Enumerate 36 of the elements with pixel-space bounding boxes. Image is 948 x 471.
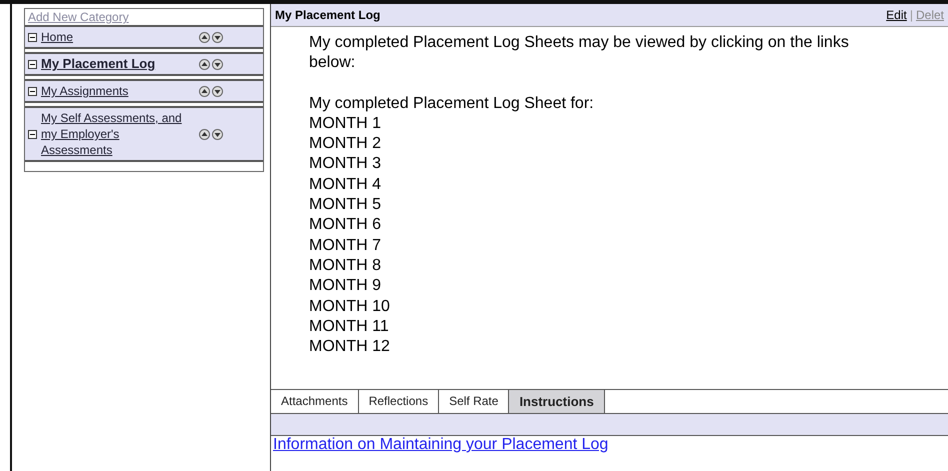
category-item[interactable]: My Self Assessments, and my Employer's Assessments	[25, 106, 263, 162]
month-link[interactable]: MONTH 3	[309, 154, 948, 175]
category-item[interactable]: My Placement Log	[25, 52, 263, 76]
tab[interactable]: Reflections	[358, 390, 440, 413]
category-item[interactable]: Home	[25, 25, 263, 49]
collapse-icon[interactable]	[28, 86, 37, 96]
collapse-icon[interactable]	[28, 32, 37, 42]
month-link[interactable]: MONTH 2	[309, 134, 948, 154]
move-up-icon[interactable]	[199, 58, 210, 70]
month-link[interactable]: MONTH 1	[309, 114, 948, 134]
move-up-icon[interactable]	[199, 32, 210, 42]
move-down-icon[interactable]	[212, 128, 223, 140]
move-up-icon[interactable]	[199, 86, 210, 96]
move-down-icon[interactable]	[212, 32, 223, 42]
month-link[interactable]: MONTH 8	[309, 256, 948, 276]
separator: |	[908, 8, 914, 22]
list-heading: My completed Placement Log Sheet for:	[309, 94, 595, 114]
category-item[interactable]: My Assignments	[25, 79, 263, 103]
month-link[interactable]: MONTH 11	[309, 316, 948, 338]
month-link[interactable]: MONTH 10	[309, 296, 948, 317]
panel-title: My Placement Log	[275, 8, 382, 22]
month-link[interactable]: MONTH 6	[309, 215, 948, 236]
collapse-icon[interactable]	[28, 60, 37, 68]
tab[interactable]: Instructions	[509, 390, 605, 413]
intro-text: My completed Placement Log Sheets may be viewed by clicking on the links below:	[309, 33, 850, 74]
instructions-link[interactable]: Information on Maintaining your Placement Log	[271, 433, 610, 456]
month-link[interactable]: MONTH 12	[309, 337, 948, 358]
move-down-icon[interactable]	[212, 86, 223, 96]
move-down-icon[interactable]	[212, 58, 223, 70]
month-link[interactable]: MONTH 7	[309, 236, 948, 256]
month-link[interactable]: MONTH 9	[309, 276, 948, 297]
move-up-icon[interactable]	[199, 128, 210, 140]
month-link[interactable]: MONTH 5	[309, 195, 948, 216]
collapse-icon[interactable]	[28, 130, 37, 138]
month-link[interactable]: MONTH 4	[309, 174, 948, 196]
action-link[interactable]: Edit	[886, 8, 907, 22]
